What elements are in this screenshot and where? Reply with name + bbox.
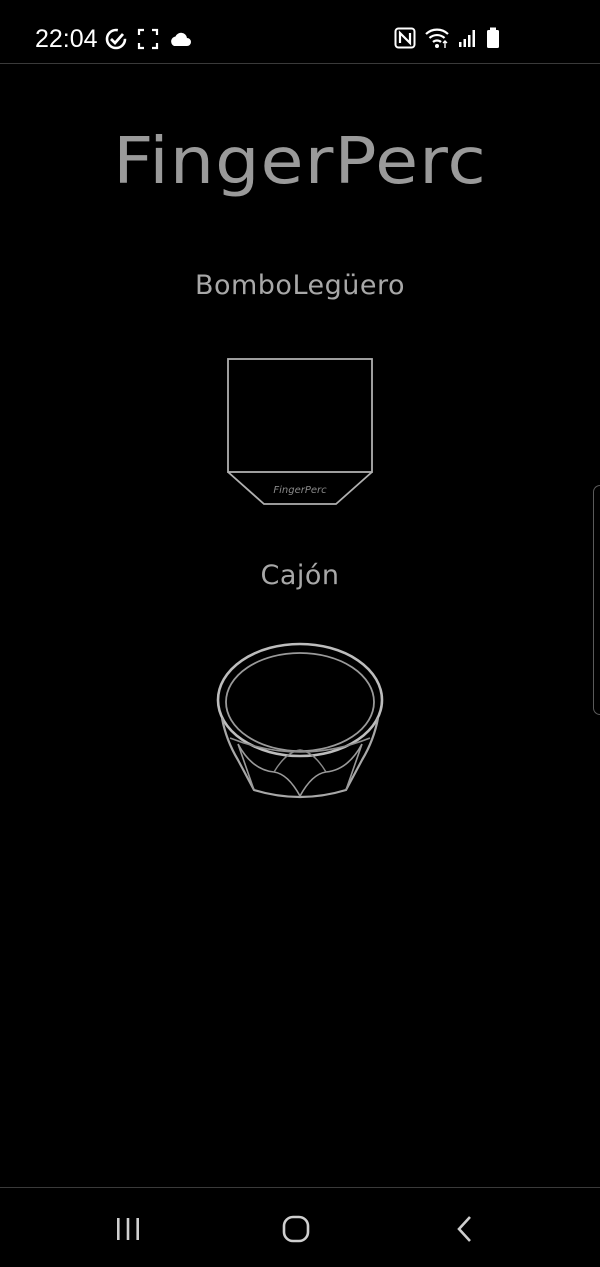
wifi-icon <box>425 28 449 48</box>
bombo-drum-icon[interactable] <box>212 640 388 806</box>
cloud-icon <box>171 32 191 46</box>
status-right-icons <box>394 27 500 49</box>
status-bar: 22:04 <box>0 0 600 64</box>
check-circle-icon <box>105 28 127 50</box>
signal-icon <box>459 30 475 47</box>
screenshot-frame-icon <box>137 28 159 50</box>
status-left-icons <box>104 27 192 51</box>
instrument-label-bombo: BomboLegüero <box>194 270 406 301</box>
screen: 22:04 FingerPerc BomboLegüero FingerPerc… <box>0 0 600 1267</box>
status-time: 22:04 <box>35 25 98 53</box>
cajon-drum-icon[interactable]: FingerPerc <box>222 355 378 511</box>
back-icon[interactable] <box>452 1214 478 1244</box>
edge-panel-handle[interactable] <box>593 485 600 715</box>
app-title: FingerPerc <box>113 123 487 199</box>
nfc-icon <box>394 27 416 49</box>
instrument-label-cajon: Cajón <box>260 560 340 591</box>
navigation-bar <box>0 1187 600 1267</box>
cajon-art-caption: FingerPerc <box>273 485 327 496</box>
battery-icon <box>487 27 499 48</box>
home-icon[interactable] <box>280 1214 312 1244</box>
recents-icon[interactable] <box>112 1214 144 1244</box>
